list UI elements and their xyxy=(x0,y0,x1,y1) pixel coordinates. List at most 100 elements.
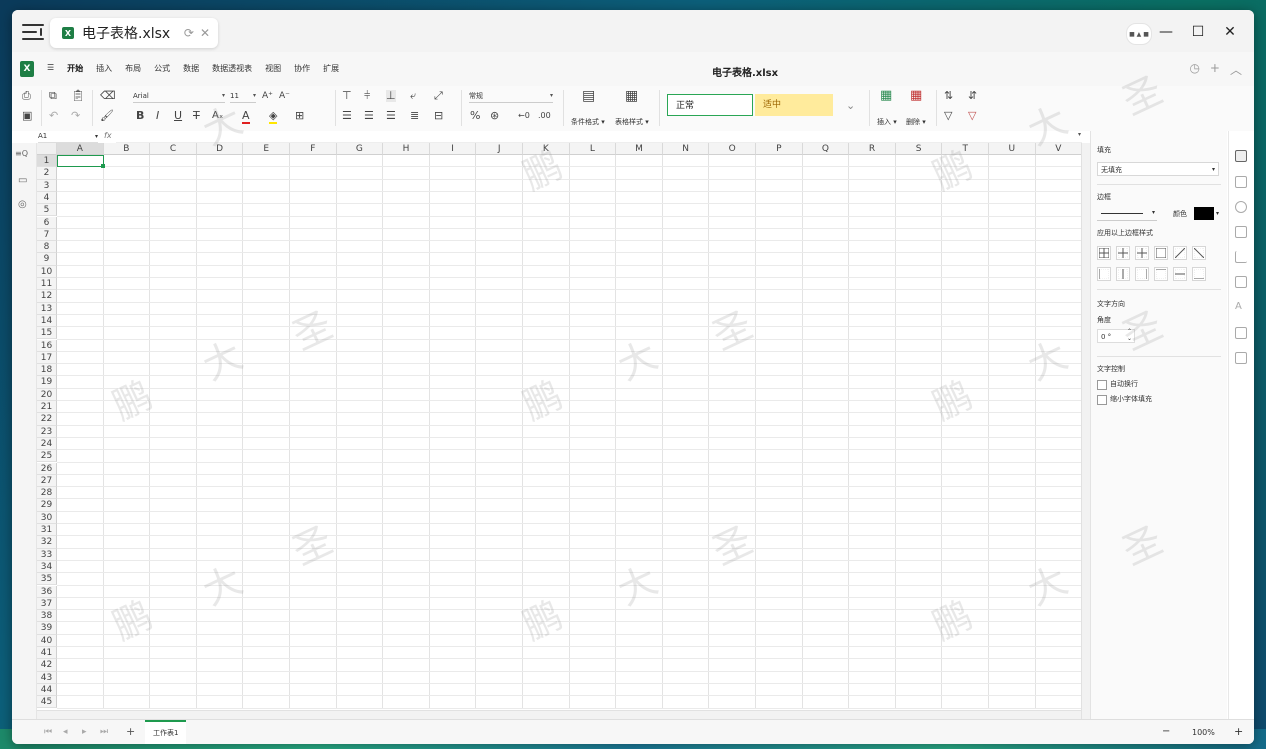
column-header-T[interactable]: T xyxy=(942,143,989,155)
menu-pivot-table[interactable]: 数据透视表 xyxy=(212,63,252,74)
row-header-36[interactable]: 36 xyxy=(37,585,57,598)
font-name-select[interactable]: Arial ▾ xyxy=(133,90,225,103)
font-color-icon[interactable]: A xyxy=(242,110,250,124)
decrease-decimal-icon[interactable]: ←0 xyxy=(518,110,530,122)
row-header-10[interactable]: 10 xyxy=(37,265,57,278)
inner-vertical-icon[interactable] xyxy=(1116,267,1130,281)
row-header-41[interactable]: 41 xyxy=(37,647,57,660)
maximize-icon[interactable]: ☐ xyxy=(1188,22,1208,42)
diagonal-down-icon[interactable] xyxy=(1192,246,1206,260)
increase-decimal-icon[interactable]: .00 xyxy=(538,110,551,122)
prev-sheet-icon[interactable]: ◂ xyxy=(63,727,68,737)
sort-descending-icon[interactable]: ⇵ xyxy=(968,90,977,102)
menu-view[interactable]: 视图 xyxy=(265,63,281,74)
column-header-F[interactable]: F xyxy=(290,143,337,155)
vertical-scrollbar[interactable] xyxy=(1081,143,1090,719)
format-painter-icon[interactable]: 🖌︎ xyxy=(100,110,114,122)
column-header-D[interactable]: D xyxy=(196,143,244,155)
row-header-30[interactable]: 30 xyxy=(37,511,57,524)
table-style-button[interactable]: 表格样式 ▾ xyxy=(615,117,649,127)
cell-style-normal[interactable]: 正常 xyxy=(667,94,753,116)
column-header-U[interactable]: U xyxy=(989,143,1036,155)
delete-cells-icon[interactable]: ▦ xyxy=(910,89,922,102)
formula-input[interactable] xyxy=(116,131,1082,143)
print-icon[interactable]: ⎙ xyxy=(22,90,31,102)
row-header-17[interactable]: 17 xyxy=(37,351,57,365)
row-header-8[interactable]: 8 xyxy=(37,241,57,254)
inner-cross-icon[interactable] xyxy=(1135,246,1149,260)
style-gallery-expand-icon[interactable]: ⌄ xyxy=(846,100,855,112)
chat-icon[interactable]: ◎ xyxy=(18,199,27,210)
font-size-select[interactable]: 11 ▾ xyxy=(230,90,256,103)
spreadsheet-grid[interactable]: A B C D E F G H I J K L M N O P Q R S T U V 1 2 3 4 5 6 7 8 9 10 11 12 13 1… xyxy=(37,143,1083,719)
signature-settings-icon[interactable] xyxy=(1235,352,1247,364)
row-header-43[interactable]: 43 xyxy=(37,671,57,684)
row-header-15[interactable]: 15 xyxy=(37,327,57,340)
conditional-format-button[interactable]: 条件格式 ▾ xyxy=(571,117,605,127)
number-format-select[interactable]: 常规 ▾ xyxy=(469,90,553,103)
formula-expand-icon[interactable]: ▾ xyxy=(1078,131,1081,138)
row-header-44[interactable]: 44 xyxy=(37,683,57,697)
collapse-ribbon-icon[interactable]: ︿ xyxy=(1230,61,1242,78)
column-header-Q[interactable]: Q xyxy=(802,143,850,155)
diagonal-up-icon[interactable] xyxy=(1173,246,1187,260)
row-header-29[interactable]: 29 xyxy=(37,499,57,512)
row-header-37[interactable]: 37 xyxy=(37,597,57,611)
sheet-tab[interactable]: 工作表1 xyxy=(145,720,187,744)
row-header-19[interactable]: 19 xyxy=(37,376,57,389)
row-header-42[interactable]: 42 xyxy=(37,659,57,672)
bold-icon[interactable]: B xyxy=(136,110,144,122)
menu-insert[interactable]: 插入 xyxy=(96,63,112,74)
left-border-icon[interactable] xyxy=(1097,267,1111,281)
outer-border-icon[interactable] xyxy=(1154,246,1168,260)
text-art-icon[interactable]: A xyxy=(1235,301,1247,313)
column-header-V[interactable]: V xyxy=(1035,143,1083,155)
column-header-N[interactable]: N xyxy=(662,143,710,155)
close-tab-icon[interactable]: ✕ xyxy=(200,26,210,40)
text-orientation-icon[interactable]: ⤢ xyxy=(434,90,443,102)
horizontal-scrollbar[interactable] xyxy=(37,710,1081,719)
subscript-icon[interactable]: Aₓ xyxy=(212,110,223,122)
angle-stepper[interactable]: 0 ° ⌃ ⌄ xyxy=(1097,328,1135,343)
top-border-icon[interactable] xyxy=(1154,267,1168,281)
decrease-font-icon[interactable]: A⁻ xyxy=(279,90,290,102)
insert-cells-icon[interactable]: ▦ xyxy=(880,89,892,102)
save-icon[interactable]: ▣ xyxy=(22,110,32,122)
column-header-G[interactable]: G xyxy=(336,143,384,155)
first-sheet-icon[interactable]: ⏮ xyxy=(44,727,52,737)
column-header-E[interactable]: E xyxy=(243,143,290,155)
row-header-39[interactable]: 39 xyxy=(37,622,57,635)
column-header-R[interactable]: R xyxy=(849,143,896,155)
row-header-9[interactable]: 9 xyxy=(37,253,57,266)
row-header-5[interactable]: 5 xyxy=(37,204,57,217)
shape-settings-icon[interactable] xyxy=(1235,201,1247,213)
border-line-style-select[interactable]: ▾ xyxy=(1097,208,1157,221)
row-header-40[interactable]: 40 xyxy=(37,634,57,647)
fill-color-icon[interactable]: ◈ xyxy=(269,110,278,124)
cell-format-panel-icon[interactable] xyxy=(1235,150,1247,162)
user-avatar[interactable]: ■ ▲ ■ xyxy=(1126,23,1152,45)
column-header-O[interactable]: O xyxy=(709,143,756,155)
currency-icon[interactable]: ⊛ xyxy=(490,110,499,122)
table-settings-icon[interactable] xyxy=(1235,176,1247,188)
increase-font-icon[interactable]: A⁺ xyxy=(262,90,273,102)
filter-icon[interactable]: ▽ xyxy=(944,110,952,122)
shrink-to-fit-checkbox[interactable] xyxy=(1097,395,1107,405)
comment-icon[interactable]: ▭ xyxy=(18,175,27,186)
cell-style-neutral[interactable]: 适中 xyxy=(755,94,833,116)
row-header-6[interactable]: 6 xyxy=(37,216,57,229)
clear-format-icon[interactable]: ⌫ xyxy=(100,90,116,102)
wrap-text-checkbox[interactable] xyxy=(1097,380,1107,390)
slicer-settings-icon[interactable] xyxy=(1235,327,1247,339)
document-tab[interactable]: X 电子表格.xlsx ⟳ ✕ xyxy=(50,18,218,48)
row-header-26[interactable]: 26 xyxy=(37,462,57,475)
merge-cells-icon[interactable]: ⊟ xyxy=(434,110,443,122)
justify-icon[interactable]: ≣ xyxy=(410,110,419,122)
row-header-1[interactable]: 1 xyxy=(37,155,57,168)
zoom-out-button[interactable]: − xyxy=(1162,726,1170,737)
selected-cell[interactable] xyxy=(57,155,104,168)
menu-data[interactable]: 数据 xyxy=(183,63,199,74)
row-header-18[interactable]: 18 xyxy=(37,364,57,377)
row-header-21[interactable]: 21 xyxy=(37,401,57,414)
align-bottom-icon[interactable]: ⊥ xyxy=(386,90,396,102)
